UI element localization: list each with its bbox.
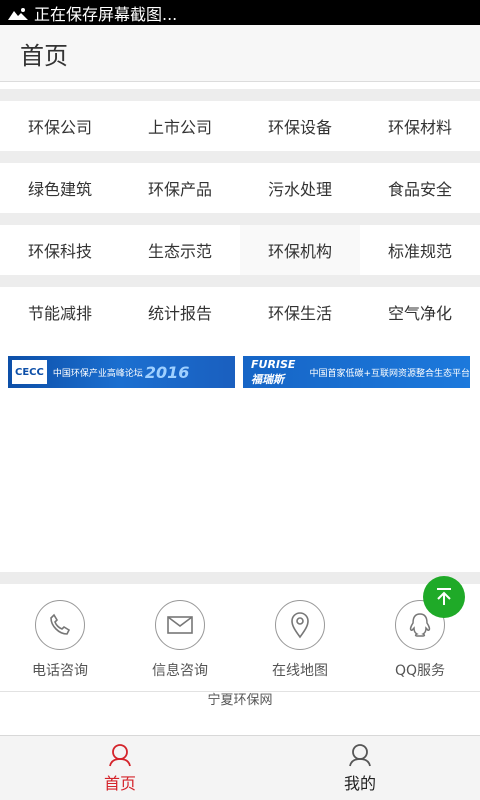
- tab-mine[interactable]: 我的: [240, 736, 480, 800]
- screenshot-icon: [8, 7, 28, 20]
- category-row: 绿色建筑 环保产品 污水处理 食品安全: [0, 163, 480, 213]
- category-item[interactable]: 食品安全: [360, 163, 480, 213]
- category-item[interactable]: 环保材料: [360, 101, 480, 151]
- service-label: 信息咨询: [152, 663, 208, 679]
- category-item[interactable]: 环保产品: [120, 163, 240, 213]
- category-item[interactable]: 污水处理: [240, 163, 360, 213]
- map-pin-icon: [275, 600, 325, 650]
- phone-icon: [35, 600, 85, 650]
- arrow-up-icon: [437, 588, 451, 605]
- page-title: 首页: [20, 41, 68, 70]
- category-item[interactable]: 统计报告: [120, 287, 240, 337]
- category-item[interactable]: 环保科技: [0, 225, 120, 275]
- page-header: 首页: [0, 25, 480, 82]
- banner-forum[interactable]: CECC 中国环保产业高峰论坛 2016: [8, 356, 235, 388]
- service-map[interactable]: 在线地图: [240, 584, 360, 691]
- mail-icon: [155, 600, 205, 650]
- service-label: QQ服务: [394, 663, 446, 679]
- footer-site-name: 宁夏环保网: [207, 693, 273, 708]
- back-to-top-button[interactable]: [423, 576, 465, 618]
- category-row: 节能减排 统计报告 环保生活 空气净化: [0, 287, 480, 337]
- category-item[interactable]: 标准规范: [360, 225, 480, 275]
- bottom-tab-bar: 首页 我的: [0, 735, 480, 800]
- category-row: 环保科技 生态示范 环保机构 标准规范: [0, 225, 480, 275]
- category-item[interactable]: 上市公司: [120, 101, 240, 151]
- status-bar: 正在保存屏幕截图...: [0, 0, 480, 25]
- service-phone[interactable]: 电话咨询: [0, 584, 120, 691]
- banner-logo: FURISE 福瑞斯: [251, 357, 296, 386]
- category-item[interactable]: 生态示范: [120, 225, 240, 275]
- category-item[interactable]: 环保公司: [0, 101, 120, 151]
- category-item[interactable]: 环保生活: [240, 287, 360, 337]
- banner-year: 2016: [144, 362, 190, 382]
- category-item[interactable]: 环保机构: [240, 225, 360, 275]
- home-user-icon: [109, 744, 131, 767]
- category-item[interactable]: 环保设备: [240, 101, 360, 151]
- user-icon: [349, 744, 371, 767]
- service-bar: 电话咨询 信息咨询 在线地图 QQ服务: [0, 584, 480, 692]
- banner-furise[interactable]: FURISE 福瑞斯 中国首家低碳+互联网资源整合生态平台: [243, 356, 470, 388]
- tab-label: 首页: [103, 774, 136, 793]
- tab-label: 我的: [343, 774, 376, 793]
- category-item[interactable]: 绿色建筑: [0, 163, 120, 213]
- banner-logo: CECC: [12, 360, 47, 384]
- service-message[interactable]: 信息咨询: [120, 584, 240, 691]
- service-label: 电话咨询: [32, 663, 88, 679]
- tab-home[interactable]: 首页: [0, 736, 240, 800]
- category-item[interactable]: 空气净化: [360, 287, 480, 337]
- banner-text: 中国首家低碳+互联网资源整合生态平台: [309, 368, 470, 379]
- banner-strip: CECC 中国环保产业高峰论坛 2016 FURISE 福瑞斯 中国首家低碳+互…: [0, 343, 480, 393]
- status-text: 正在保存屏幕截图...: [34, 4, 178, 24]
- category-row: 环保公司 上市公司 环保设备 环保材料: [0, 101, 480, 151]
- banner-text: 中国环保产业高峰论坛: [52, 368, 143, 379]
- divider: [0, 572, 480, 584]
- category-grid: 环保公司 上市公司 环保设备 环保材料 绿色建筑 环保产品 污水处理 食品安全 …: [0, 89, 480, 337]
- service-label: 在线地图: [272, 663, 328, 679]
- category-item[interactable]: 节能减排: [0, 287, 120, 337]
